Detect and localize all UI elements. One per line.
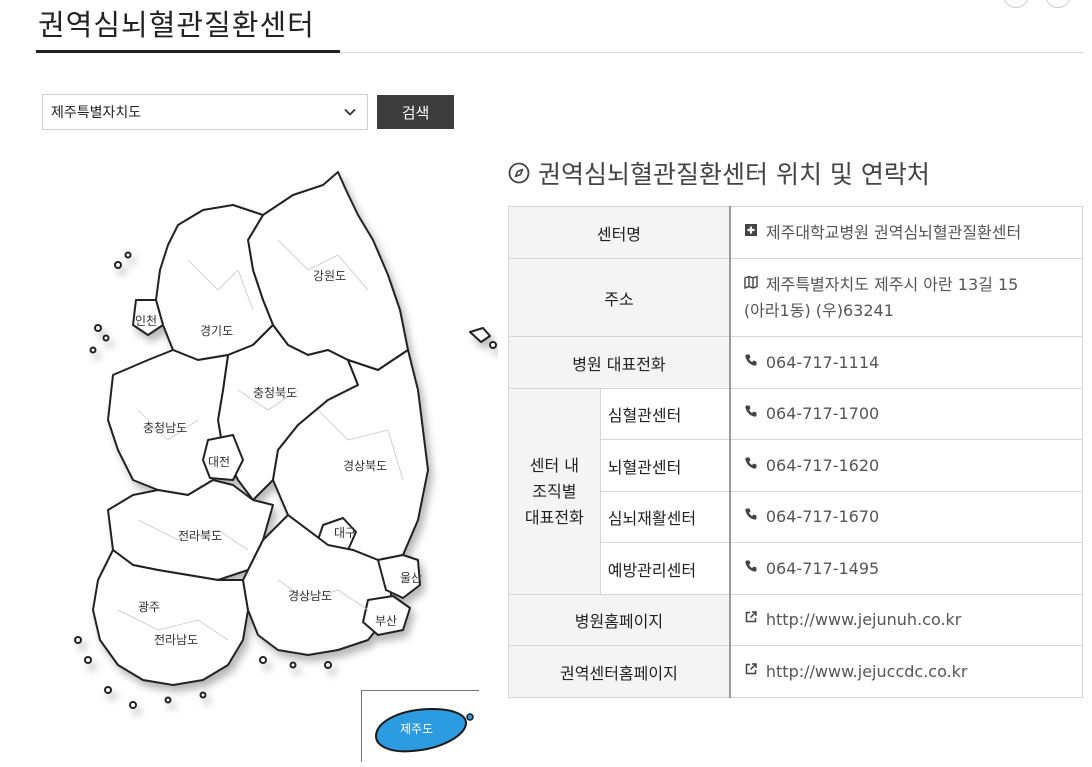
dept-phone-cell: 064-717-1700	[728, 388, 1083, 440]
hospital-cross-icon	[744, 223, 757, 236]
region-label: 전라북도	[178, 529, 222, 543]
address-label: 주소	[507, 258, 731, 337]
region-select[interactable]: 제주특별자치도	[42, 94, 368, 130]
dept-phone[interactable]: 064-717-1620	[766, 453, 879, 479]
island-dot	[489, 341, 497, 349]
hospital-homepage-cell: http://www.jejunuh.co.kr	[728, 594, 1083, 646]
map-icon	[744, 274, 758, 289]
phone-icon	[745, 405, 757, 417]
dept-name: 예방관리센터	[599, 542, 731, 595]
korea-region-map: 강원도 경기도 인천 충청북도 충청남도 대전 경상북도 대구 전라북도 광주 …	[38, 160, 498, 760]
region-label: 강원도	[313, 269, 346, 283]
island-dot	[84, 656, 92, 664]
korea-map-svg: 강원도 경기도 인천 충청북도 충청남도 대전 경상북도 대구 전라북도 광주 …	[74, 171, 497, 709]
dept-phone[interactable]: 064-717-1670	[766, 504, 879, 530]
island-dot	[104, 686, 112, 694]
region-label: 광주	[138, 600, 160, 614]
dept-group-label-line: 대표전화	[524, 507, 584, 527]
island-dot	[114, 261, 122, 269]
island-dot	[199, 691, 207, 699]
jeju-inset: 제주도	[361, 690, 479, 762]
dept-phone[interactable]: 064-717-1495	[766, 556, 879, 582]
region-label: 울산	[400, 571, 422, 585]
region-label: 대전	[208, 455, 230, 469]
dept-group-label: 센터 내 조직별 대표전화	[508, 388, 601, 595]
center-homepage-label: 권역센터홈페이지	[507, 645, 731, 698]
island-dot	[324, 661, 332, 669]
island-ulleung	[469, 327, 491, 343]
dept-phone[interactable]: 064-717-1700	[766, 401, 879, 427]
phone-icon	[745, 508, 757, 520]
corner-button[interactable]	[1003, 0, 1029, 8]
phone-icon	[745, 354, 757, 366]
center-name-cell: 제주대학교병원 권역심뇌혈관질환센터	[728, 206, 1083, 259]
table-row: 병원홈페이지 http://www.jejunuh.co.kr	[507, 594, 1083, 646]
island-dot	[94, 324, 102, 332]
table-row: 센터명 제주대학교병원 권역심뇌혈관질환센터	[507, 206, 1083, 259]
island-dot	[259, 656, 267, 664]
island-dot	[102, 334, 110, 342]
main-phone[interactable]: 064-717-1114	[766, 350, 879, 376]
main-phone-label: 병원 대표전화	[507, 336, 731, 389]
address-line-2: (아라1동) (우)63241	[743, 300, 894, 320]
island-dot	[74, 636, 82, 644]
dept-name: 심뇌재활센터	[599, 491, 731, 543]
region-label: 충청북도	[253, 386, 297, 400]
region-label: 인천	[135, 313, 157, 328]
dept-phone-cell: 064-717-1495	[728, 542, 1083, 595]
search-button[interactable]: 검색	[377, 95, 454, 129]
table-row: 주소 제주특별자치도 제주시 아란 13길 15 (아라1동) (우)63241	[507, 258, 1083, 337]
dept-phone-cell: 064-717-1670	[728, 491, 1083, 543]
region-label: 전라남도	[154, 633, 198, 647]
island-dot	[289, 661, 297, 669]
center-homepage-link[interactable]: http://www.jejuccdc.co.kr	[766, 659, 968, 685]
hospital-homepage-label: 병원홈페이지	[507, 594, 731, 646]
address-line-1: 제주특별자치도 제주시 아란 13길 15	[765, 274, 1019, 294]
corner-button[interactable]	[1045, 0, 1071, 8]
dept-name: 뇌혈관센터	[599, 439, 731, 492]
phone-icon	[745, 457, 757, 469]
center-name: 제주대학교병원 권역심뇌혈관질환센터	[765, 222, 1022, 242]
region-label: 대구	[334, 526, 356, 540]
dept-name: 심혈관센터	[599, 388, 731, 440]
dept-group-label-line: 센터 내	[529, 455, 579, 475]
island-dot	[466, 713, 474, 721]
table-row: 권역센터홈페이지 http://www.jejuccdc.co.kr	[507, 645, 1083, 698]
region-label: 충청남도	[143, 421, 187, 435]
jeju-map-svg: 제주도	[374, 707, 474, 753]
island-dot	[129, 701, 137, 709]
compass-icon	[508, 162, 530, 184]
hospital-homepage-link[interactable]: http://www.jejunuh.co.kr	[766, 607, 962, 633]
page-title: 권역심뇌혈관질환센터	[38, 8, 315, 42]
external-link-icon	[745, 662, 757, 674]
phone-icon	[745, 560, 757, 572]
island-dot	[89, 346, 97, 354]
center-name-label: 센터명	[507, 206, 731, 259]
region-label: 부산	[375, 614, 397, 628]
address-cell: 제주특별자치도 제주시 아란 13길 15 (아라1동) (우)63241	[728, 258, 1083, 337]
island-dot	[124, 251, 132, 259]
table-row: 병원 대표전화 064-717-1114	[507, 336, 1083, 389]
dept-phone-cell: 064-717-1620	[728, 439, 1083, 492]
center-info-table: 센터명 제주대학교병원 권역심뇌혈관질환센터 주소 제주특별자치도 제주시 아란…	[507, 206, 1083, 698]
island-dot	[164, 696, 172, 704]
region-label: 제주도	[400, 722, 433, 736]
dept-group-label-line: 조직별	[532, 481, 577, 501]
region-select-value: 제주특별자치도	[51, 105, 142, 121]
chevron-down-icon	[344, 108, 356, 116]
region-label: 경상북도	[343, 459, 387, 473]
region-label: 경상남도	[288, 589, 332, 603]
center-homepage-cell: http://www.jejuccdc.co.kr	[728, 645, 1083, 698]
table-row: 센터 내 조직별 대표전화 심혈관센터 064-717-1700	[508, 388, 1083, 595]
section-title: 권역심뇌혈관질환센터 위치 및 연락처	[508, 155, 930, 191]
main-phone-cell: 064-717-1114	[728, 336, 1083, 389]
external-link-icon	[745, 611, 757, 623]
section-title-text: 권역심뇌혈관질환센터 위치 및 연락처	[538, 160, 930, 189]
title-underline	[36, 50, 340, 53]
region-label: 경기도	[200, 324, 233, 338]
